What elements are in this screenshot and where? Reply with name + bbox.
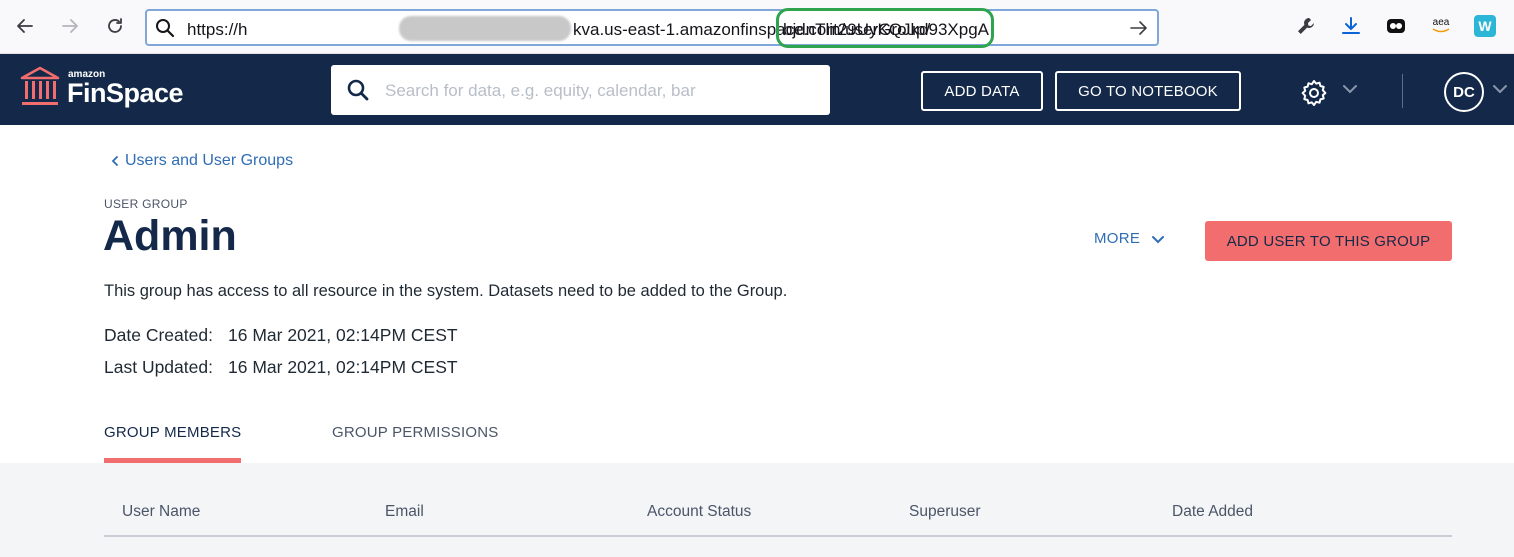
app-header: amazon FinSpace ADD DATA GO TO NOTEBOOK … [0, 54, 1514, 125]
column-header-date-added[interactable]: Date Added [1172, 503, 1253, 521]
w-extension-icon[interactable]: W [1474, 15, 1496, 37]
finspace-logo[interactable]: amazon FinSpace [20, 66, 184, 110]
date-created-row: Date Created: 16 Mar 2021, 02:14PM CEST [104, 325, 458, 346]
chevron-down-icon[interactable] [1491, 83, 1509, 95]
column-header-user-name[interactable]: User Name [122, 503, 200, 521]
column-header-superuser[interactable]: Superuser [909, 503, 981, 521]
column-header-email[interactable]: Email [385, 503, 424, 521]
settings-menu[interactable] [1299, 78, 1329, 113]
user-avatar[interactable]: DC [1444, 72, 1484, 112]
page-title: Admin [103, 212, 237, 260]
chevron-left-icon [111, 156, 118, 166]
browser-toolbar: https://h kva.us-east-1.amazonfinspace.c… [0, 0, 1514, 54]
forward-arrow-icon [62, 19, 78, 33]
last-updated-label: Last Updated: [104, 357, 213, 377]
back-button[interactable] [12, 13, 38, 39]
tab-group-permissions[interactable]: GROUP PERMISSIONS [332, 424, 499, 441]
chevron-down-icon[interactable] [1341, 83, 1359, 95]
section-label: USER GROUP [104, 197, 188, 211]
add-data-button[interactable]: ADD DATA [921, 71, 1043, 111]
search-icon [347, 79, 369, 101]
search-icon [156, 19, 175, 38]
amazon-assistant-icon[interactable]: aea [1429, 14, 1453, 38]
members-table [0, 463, 1514, 557]
address-bar[interactable]: https://h kva.us-east-1.amazonfinspace.c… [145, 8, 1159, 48]
extension-icon[interactable] [1384, 14, 1408, 38]
date-created-value: 16 Mar 2021, 02:14PM CEST [228, 325, 458, 345]
logo-finspace-text: FinSpace [67, 78, 184, 108]
go-arrow-icon[interactable] [1129, 18, 1149, 38]
chevron-down-icon [1152, 235, 1165, 243]
tab-group-members[interactable]: GROUP MEMBERS [104, 424, 241, 441]
url-group-id: bjdnTlit29UyKQJkd93XpgA [783, 20, 990, 39]
reload-button[interactable] [102, 13, 128, 39]
reload-icon [108, 18, 122, 33]
wrench-icon[interactable] [1294, 14, 1318, 38]
breadcrumb-link[interactable]: Users and User Groups [125, 152, 293, 170]
column-header-account-status[interactable]: Account Status [647, 503, 751, 521]
search-input[interactable] [385, 78, 815, 104]
more-button[interactable]: MORE [1094, 230, 1166, 247]
active-tab-indicator [104, 458, 241, 463]
back-arrow-icon [17, 19, 33, 33]
url-prefix: https://h [187, 20, 248, 39]
add-user-to-group-button[interactable]: ADD USER TO THIS GROUP [1205, 221, 1452, 261]
url-redaction [399, 16, 571, 41]
w-extension-label: W [1478, 18, 1492, 34]
download-icon[interactable] [1339, 14, 1363, 38]
search-bar [331, 65, 830, 115]
amazon-assistant-label: aea [1432, 17, 1450, 28]
last-updated-row: Last Updated: 16 Mar 2021, 02:14PM CEST [104, 357, 458, 378]
forward-button[interactable] [57, 13, 83, 39]
header-divider [1402, 74, 1403, 108]
date-created-label: Date Created: [104, 325, 213, 345]
gear-icon [1301, 80, 1327, 106]
breadcrumb[interactable]: Users and User Groups [109, 152, 293, 170]
bank-building-icon [20, 66, 60, 105]
last-updated-value: 16 Mar 2021, 02:14PM CEST [228, 357, 458, 377]
more-label: MORE [1094, 230, 1141, 247]
table-header-divider [104, 535, 1452, 537]
go-to-notebook-button[interactable]: GO TO NOTEBOOK [1055, 71, 1241, 111]
group-description: This group has access to all resource in… [104, 282, 788, 300]
